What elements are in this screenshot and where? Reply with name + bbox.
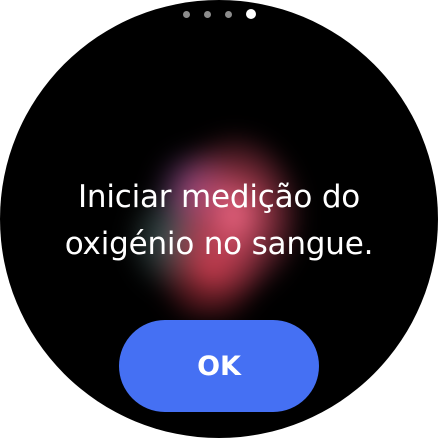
page-indicator	[0, 9, 438, 19]
page-dot-4-active	[245, 9, 256, 19]
page-dot-3	[224, 10, 232, 18]
instruction-line-1: Iniciar medição do	[77, 179, 361, 215]
page-dot-1	[182, 10, 190, 18]
instruction-message: Iniciar medição do oxigénio no sangue.	[40, 174, 398, 268]
watch-screen: Iniciar medição do oxigénio no sangue. O…	[0, 0, 438, 438]
page-dot-2	[203, 10, 211, 18]
instruction-line-2: oxigénio no sangue.	[64, 226, 374, 262]
ok-button[interactable]: OK	[119, 320, 319, 412]
